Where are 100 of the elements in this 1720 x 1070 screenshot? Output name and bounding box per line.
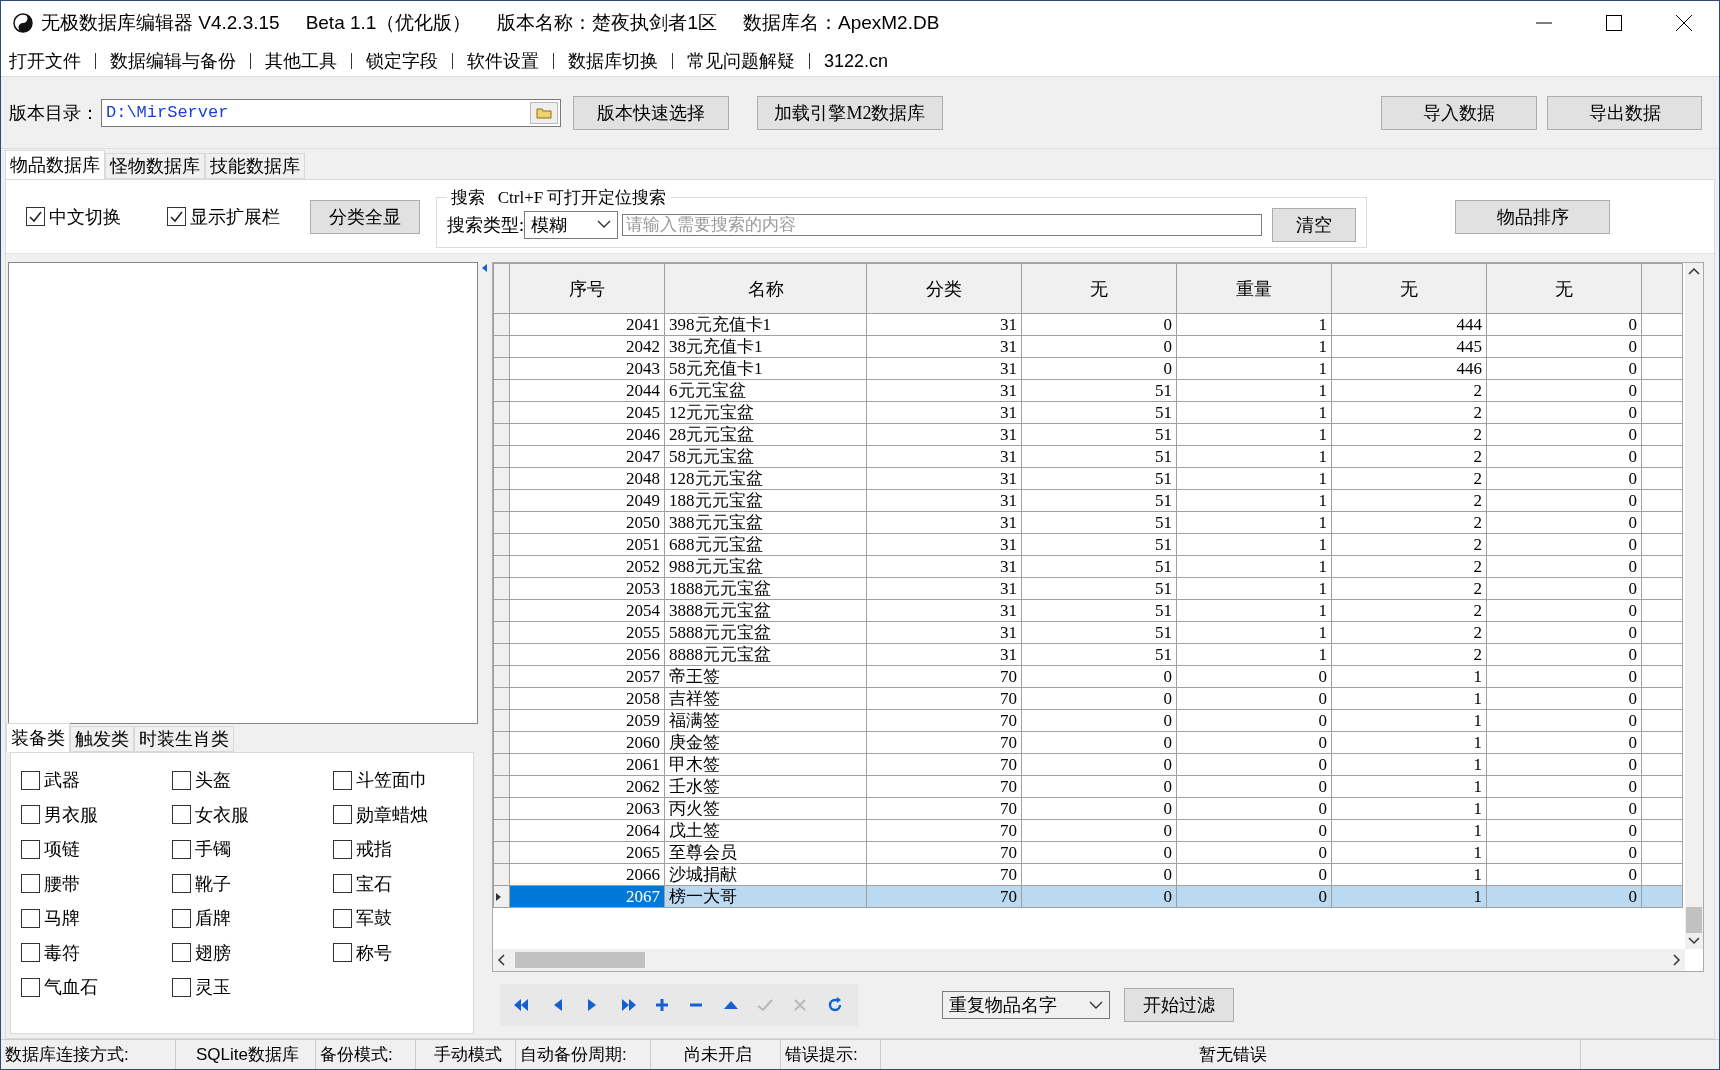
menu-item[interactable]: 打开文件 — [9, 52, 95, 69]
checkbox[interactable]: 腰带 — [21, 866, 172, 901]
tab[interactable]: 触发类 — [70, 726, 134, 752]
checkbox[interactable]: 女衣服 — [172, 797, 333, 832]
table-cell: 1 — [1176, 533, 1332, 556]
column-header[interactable]: 重量 — [1176, 263, 1332, 314]
tab[interactable]: 时装生肖类 — [134, 726, 234, 752]
checkbox[interactable]: 称号 — [333, 935, 453, 970]
tab[interactable]: 装备类 — [6, 723, 70, 752]
table-cell: 2067 — [509, 885, 665, 908]
column-header[interactable]: 无 — [1021, 263, 1177, 314]
table-cell: 31 — [866, 401, 1022, 424]
checkbox[interactable]: 灵玉 — [172, 970, 333, 1005]
checkbox[interactable]: 军鼓 — [333, 901, 453, 936]
table-cell: 0 — [1486, 643, 1642, 666]
filter-dropdown[interactable]: 重复物品名字 — [942, 991, 1110, 1019]
table-cell: 2055 — [509, 621, 665, 644]
table-cell: 70 — [866, 775, 1022, 798]
scroll-thumb[interactable] — [515, 952, 645, 968]
folder-button[interactable] — [530, 101, 558, 124]
checkbox[interactable]: 宝石 — [333, 866, 453, 901]
table-cell: 1 — [1331, 775, 1487, 798]
table-cell: 0 — [1486, 841, 1642, 864]
checkbox[interactable]: 马牌 — [21, 901, 172, 936]
plus-icon — [654, 998, 669, 1012]
status-label: 备份模式: — [316, 1040, 416, 1069]
menu-item[interactable]: 常见问题解疑 — [672, 52, 809, 69]
export-button[interactable]: 导出数据 — [1547, 95, 1702, 130]
load-database-button[interactable]: 加载引擎M2数据库 — [757, 95, 943, 130]
checkbox[interactable]: 气血石 — [21, 970, 172, 1005]
checkbox[interactable]: 勋章蜡烛 — [333, 797, 453, 832]
menu-item[interactable]: 数据库切换 — [553, 52, 672, 69]
sort-button[interactable]: 物品排序 — [1455, 199, 1610, 234]
table-cell: 8888元元宝盆 — [664, 643, 867, 666]
clear-button[interactable]: 清空 — [1272, 207, 1356, 242]
table-cell: 2042 — [509, 335, 665, 358]
column-header[interactable]: 无 — [1486, 263, 1642, 314]
table-cell: 至尊会员 — [664, 841, 867, 864]
table-cell: 0 — [1486, 687, 1642, 710]
menu-item[interactable]: 锁定字段 — [351, 52, 452, 69]
menu-item[interactable]: 3122.cn — [809, 52, 903, 69]
status-value: 手动模式 — [416, 1040, 516, 1069]
table-cell: 2054 — [509, 599, 665, 622]
table-cell: 0 — [1486, 863, 1642, 886]
table-cell: 188元元宝盆 — [664, 489, 867, 512]
checkbox[interactable]: 斗笠面巾 — [333, 763, 453, 798]
search-type-dropdown[interactable]: 模糊 — [524, 210, 618, 239]
table-cell: 2 — [1331, 445, 1487, 468]
column-header[interactable]: 无 — [1331, 263, 1487, 314]
tab[interactable]: 怪物数据库 — [105, 153, 205, 179]
table-cell: 2058 — [509, 687, 665, 710]
table-cell: 1 — [1176, 621, 1332, 644]
status-value: 尚未开启 — [651, 1040, 781, 1069]
checkbox[interactable]: 武器 — [21, 763, 172, 798]
table-cell: 31 — [866, 467, 1022, 490]
yin-yang-icon — [13, 13, 33, 33]
table-cell: 0 — [1021, 819, 1177, 842]
vertical-scrollbar[interactable] — [1685, 263, 1703, 949]
show-all-button[interactable]: 分类全显 — [310, 199, 420, 234]
menu-item[interactable]: 其他工具 — [250, 52, 351, 69]
table-cell: 0 — [1176, 709, 1332, 732]
table-cell: 51 — [1021, 467, 1177, 490]
checkbox[interactable]: 手镯 — [172, 832, 333, 867]
menu-item[interactable]: 软件设置 — [452, 52, 553, 69]
checkbox[interactable]: 毒符 — [21, 935, 172, 970]
checkbox[interactable]: 靴子 — [172, 866, 333, 901]
tab[interactable]: 技能数据库 — [205, 153, 305, 179]
search-field[interactable]: 请输入需要搜索的内容 — [622, 213, 1262, 236]
checkbox[interactable]: 中文切换 — [26, 204, 121, 229]
checkbox[interactable]: 头盔 — [172, 763, 333, 798]
import-button[interactable]: 导入数据 — [1381, 95, 1537, 130]
table-cell: 0 — [1176, 687, 1332, 710]
checkbox[interactable]: 盾牌 — [172, 901, 333, 936]
check-icon — [757, 998, 774, 1012]
checkbox[interactable]: 男衣服 — [21, 797, 172, 832]
checkbox[interactable]: 项链 — [21, 832, 172, 867]
column-header[interactable]: 分类 — [866, 263, 1022, 314]
table-cell: 0 — [1486, 379, 1642, 402]
tab[interactable]: 物品数据库 — [5, 150, 105, 179]
table-cell: 0 — [1021, 709, 1177, 732]
filter-button[interactable]: 开始过滤 — [1124, 988, 1234, 1022]
menu-item[interactable]: 数据编辑与备份 — [95, 52, 250, 69]
checkbox[interactable]: 戒指 — [333, 832, 453, 867]
path-field[interactable]: D:\MirServer — [101, 98, 561, 127]
quick-select-button[interactable]: 版本快速选择 — [573, 95, 729, 130]
chevron-down-icon — [1688, 937, 1700, 945]
scroll-thumb[interactable] — [1686, 907, 1702, 933]
checkbox[interactable]: 翅膀 — [172, 935, 333, 970]
table-cell: 1888元元宝盆 — [664, 577, 867, 600]
table-cell: 0 — [1486, 599, 1642, 622]
table-cell: 0 — [1486, 731, 1642, 754]
horizontal-scrollbar[interactable] — [493, 949, 1685, 971]
splitter-arrow-icon — [482, 264, 488, 272]
table-cell: 榜一大哥 — [664, 885, 867, 908]
column-header[interactable]: 序号 — [509, 263, 665, 314]
column-header[interactable]: 名称 — [664, 263, 867, 314]
checkbox[interactable]: 显示扩展栏 — [167, 204, 280, 229]
table-cell: 2052 — [509, 555, 665, 578]
table-cell: 1 — [1176, 511, 1332, 534]
status-label: 自动备份周期: — [516, 1040, 651, 1069]
